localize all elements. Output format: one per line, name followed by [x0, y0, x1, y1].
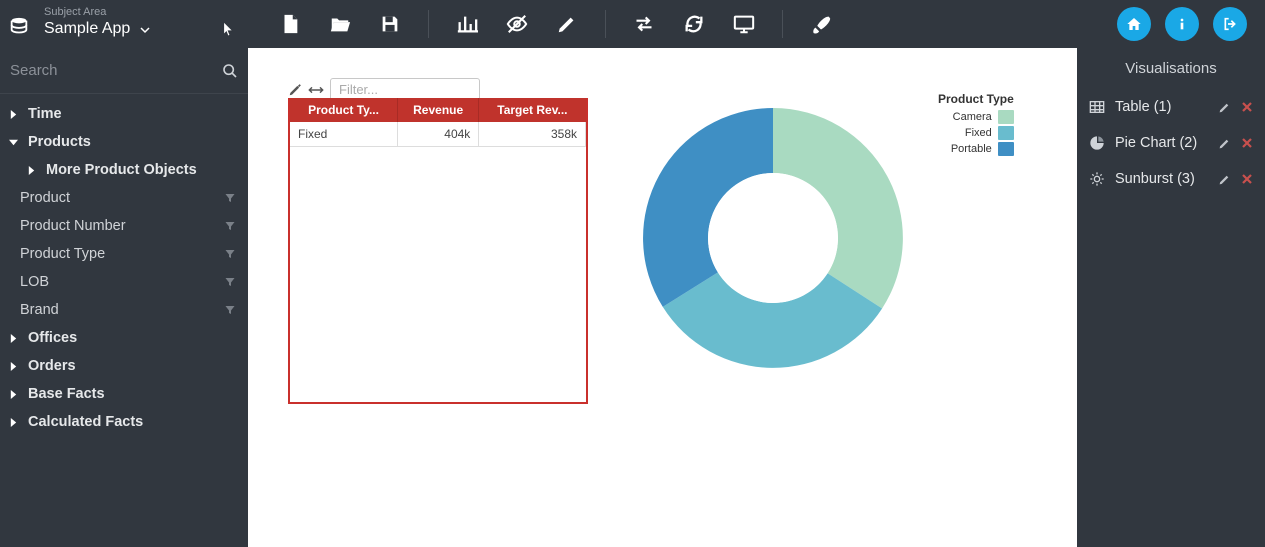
right-panel: Visualisations Table (1) Pie Chart (2) S…: [1077, 48, 1265, 547]
chevron-right-icon: [6, 417, 20, 428]
tree-leaf-product-type[interactable]: Product Type: [0, 240, 248, 268]
hide-button[interactable]: [505, 12, 529, 36]
new-file-button[interactable]: [278, 12, 302, 36]
filter-icon[interactable]: [224, 248, 236, 260]
chevron-right-icon: [6, 389, 20, 400]
filter-icon[interactable]: [224, 220, 236, 232]
table-header-row: Product Ty... Revenue Target Rev...: [290, 98, 586, 122]
tree-item-more-product-objects[interactable]: More Product Objects: [0, 156, 248, 184]
filter-icon[interactable]: [224, 276, 236, 288]
logout-button[interactable]: [1213, 7, 1247, 41]
open-folder-button[interactable]: [328, 12, 352, 36]
chart-legend: Product Type Camera Fixed Portable: [938, 92, 1014, 158]
tree-item-calculated-facts[interactable]: Calculated Facts: [0, 408, 248, 436]
legend-item[interactable]: Fixed: [938, 126, 1014, 140]
brush-button[interactable]: [809, 12, 833, 36]
dimension-tree: Time Products More Product Objects Produ…: [0, 94, 248, 446]
chevron-right-icon: [6, 361, 20, 372]
edit-icon[interactable]: [1218, 137, 1231, 150]
database-icon: [8, 16, 30, 38]
edit-icon[interactable]: [288, 83, 302, 97]
tree-item-time[interactable]: Time: [0, 100, 248, 128]
caret-down-icon: [140, 25, 150, 35]
info-button[interactable]: [1165, 7, 1199, 41]
right-panel-title: Visualisations: [1077, 48, 1265, 89]
edit-button[interactable]: [555, 12, 579, 36]
legend-title: Product Type: [938, 92, 1014, 106]
table-row[interactable]: Fixed 404k 358k: [290, 122, 586, 147]
chevron-right-icon: [6, 333, 20, 344]
table-visualization[interactable]: Product Ty... Revenue Target Rev... Fixe…: [288, 98, 588, 404]
left-sidebar: Time Products More Product Objects Produ…: [0, 48, 248, 547]
table-icon: [1089, 100, 1105, 114]
cursor-icon: [222, 20, 236, 38]
chevron-right-icon: [6, 109, 20, 120]
chevron-down-icon: [6, 138, 20, 147]
tree-item-base-facts[interactable]: Base Facts: [0, 380, 248, 408]
pie-icon: [1089, 135, 1105, 151]
legend-swatch: [998, 142, 1014, 156]
filter-icon[interactable]: [224, 192, 236, 204]
toolbar-right-actions: [1117, 7, 1265, 41]
chart-button[interactable]: [455, 12, 479, 36]
table-header[interactable]: Product Ty...: [290, 98, 398, 122]
delete-icon[interactable]: [1241, 101, 1253, 113]
swap-button[interactable]: [632, 12, 656, 36]
top-toolbar: Subject Area Sample App: [0, 0, 1265, 48]
search-input[interactable]: [10, 56, 222, 85]
save-button[interactable]: [378, 12, 402, 36]
tree-leaf-lob[interactable]: LOB: [0, 268, 248, 296]
tree-item-products[interactable]: Products: [0, 128, 248, 156]
chevron-right-icon: [24, 165, 38, 176]
sunburst-icon: [1089, 171, 1105, 187]
subject-area-selector[interactable]: Subject Area Sample App: [0, 4, 248, 44]
filter-icon[interactable]: [224, 304, 236, 316]
refresh-button[interactable]: [682, 12, 706, 36]
resize-icon[interactable]: [308, 84, 324, 96]
edit-icon[interactable]: [1218, 101, 1231, 114]
subject-area-label: Subject Area: [44, 6, 232, 18]
search-icon[interactable]: [222, 63, 238, 79]
table-header[interactable]: Target Rev...: [479, 98, 586, 122]
edit-icon[interactable]: [1218, 173, 1231, 186]
subject-area-value: Sample App: [44, 20, 130, 38]
table-header[interactable]: Revenue: [398, 98, 479, 122]
canvas: Product Ty... Revenue Target Rev... Fixe…: [248, 48, 1077, 547]
vis-item-table[interactable]: Table (1): [1077, 89, 1265, 125]
tree-leaf-product[interactable]: Product: [0, 184, 248, 212]
toolbar-actions: [248, 10, 1117, 38]
vis-item-sunburst[interactable]: Sunburst (3): [1077, 161, 1265, 197]
tree-item-orders[interactable]: Orders: [0, 352, 248, 380]
delete-icon[interactable]: [1241, 137, 1253, 149]
legend-item[interactable]: Camera: [938, 110, 1014, 124]
legend-swatch: [998, 110, 1014, 124]
pie-chart[interactable]: [633, 98, 913, 378]
monitor-button[interactable]: [732, 12, 756, 36]
delete-icon[interactable]: [1241, 173, 1253, 185]
home-button[interactable]: [1117, 7, 1151, 41]
tree-leaf-brand[interactable]: Brand: [0, 296, 248, 324]
legend-swatch: [998, 126, 1014, 140]
legend-item[interactable]: Portable: [938, 142, 1014, 156]
tree-item-offices[interactable]: Offices: [0, 324, 248, 352]
vis-item-pie[interactable]: Pie Chart (2): [1077, 125, 1265, 161]
tree-leaf-product-number[interactable]: Product Number: [0, 212, 248, 240]
